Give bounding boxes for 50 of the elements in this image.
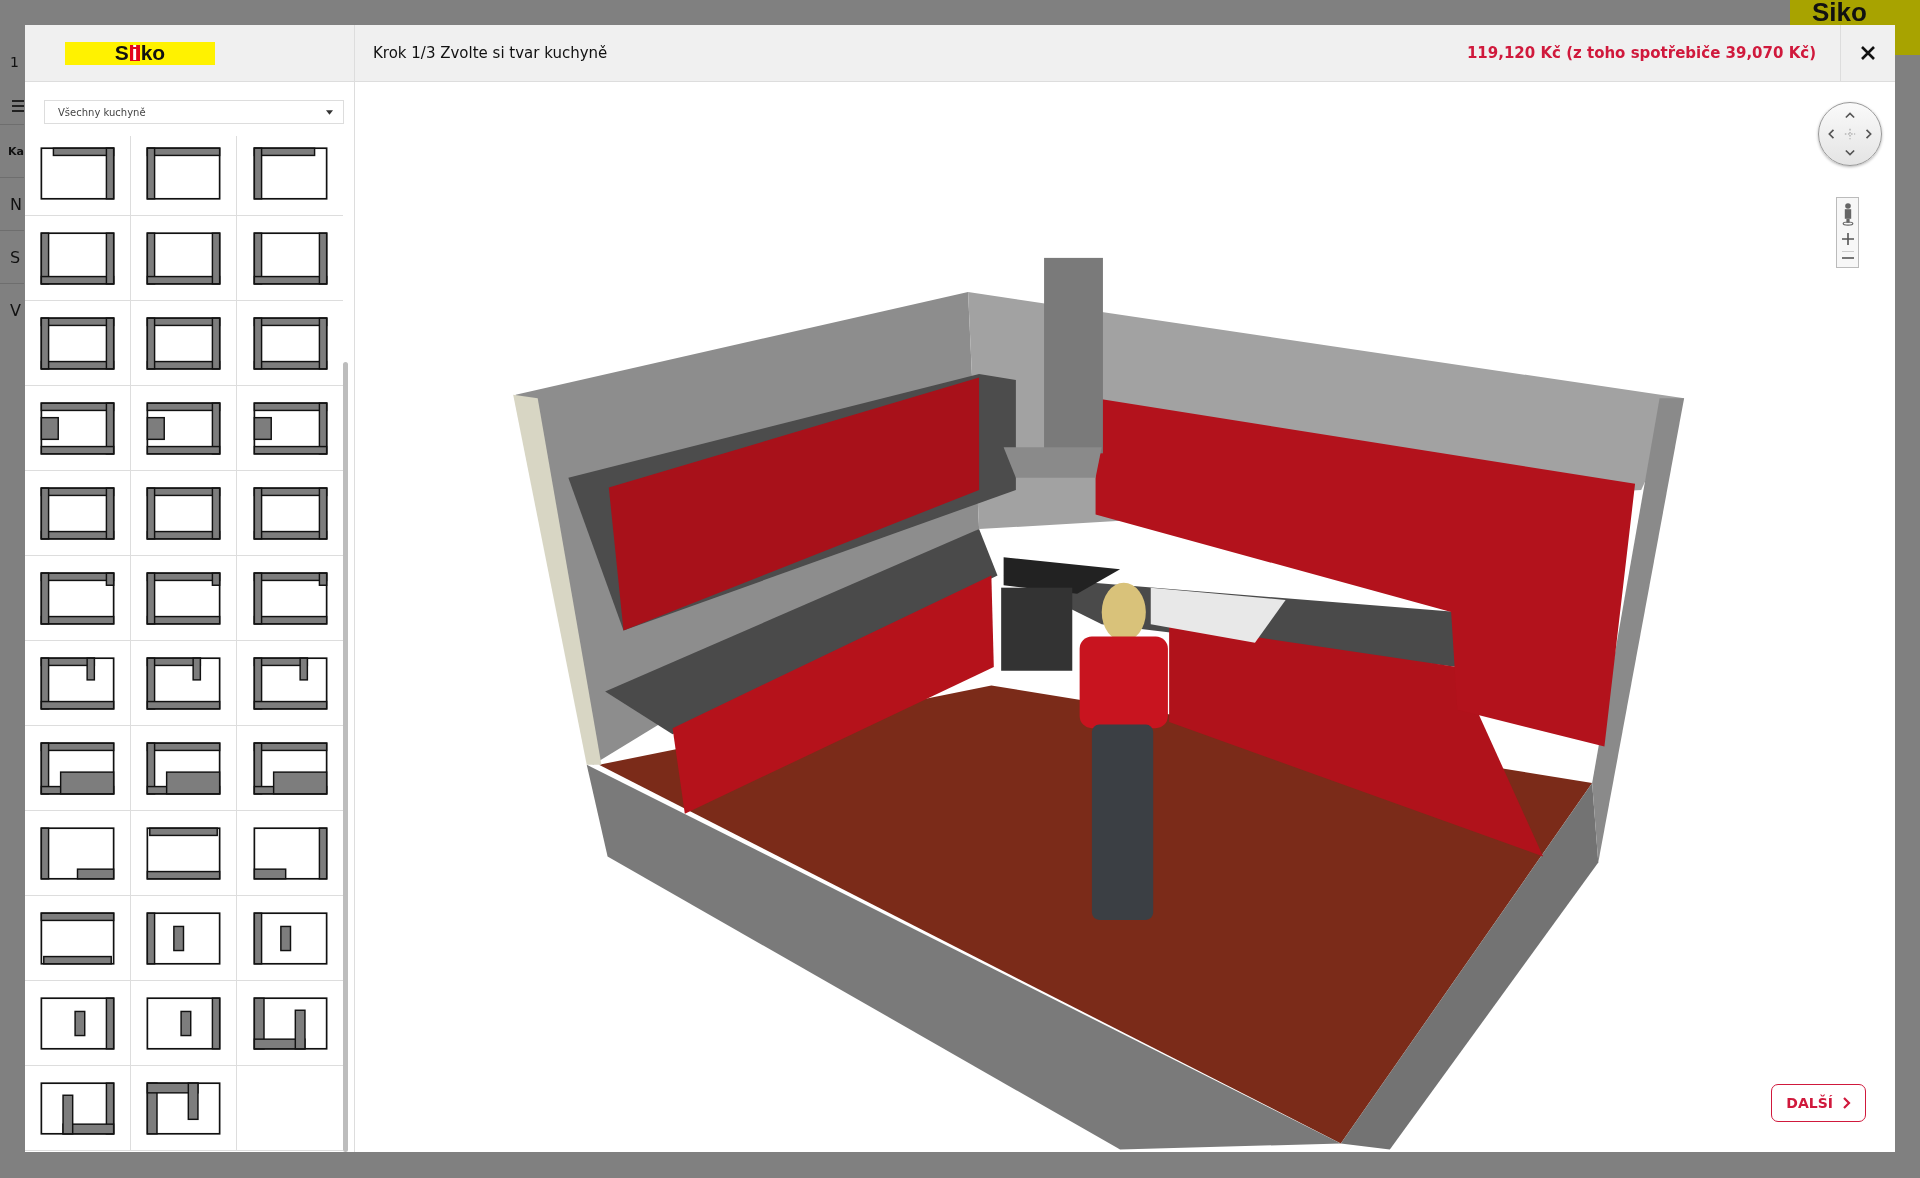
kitchen-layout-icon[interactable] bbox=[252, 486, 328, 540]
kitchen-layout-icon[interactable] bbox=[40, 486, 115, 540]
next-button[interactable]: DALŠÍ bbox=[1771, 1084, 1866, 1122]
kitchen-layout-icon[interactable] bbox=[40, 656, 115, 710]
kitchen-layout-icon[interactable] bbox=[252, 231, 328, 285]
step-title: Krok 1/3 Zvolte si tvar kuchyně bbox=[373, 44, 609, 62]
kitchen-layout-icon[interactable] bbox=[252, 146, 328, 200]
caret-icon bbox=[326, 109, 333, 115]
kitchen-layout-icon[interactable] bbox=[40, 571, 115, 625]
kitchen-layout-icon[interactable] bbox=[40, 741, 115, 795]
kitchen-layout-icon[interactable] bbox=[146, 826, 221, 880]
kitchen-layout-icon[interactable] bbox=[40, 231, 115, 285]
background-menu-item[interactable]: N bbox=[10, 194, 22, 214]
zoom-in-icon[interactable] bbox=[1841, 233, 1854, 245]
menu-icon[interactable] bbox=[12, 100, 24, 112]
close-icon bbox=[1860, 45, 1876, 61]
kitchen-layout-icon[interactable] bbox=[146, 996, 221, 1050]
kitchen-layout-icon[interactable] bbox=[40, 316, 115, 370]
kitchen-layout-icon[interactable] bbox=[40, 996, 115, 1050]
kitchen-layout-icon[interactable] bbox=[146, 486, 221, 540]
kitchen-layout-icon[interactable] bbox=[146, 231, 221, 285]
kitchen-layout-icon[interactable] bbox=[252, 996, 328, 1050]
kitchen-layout-icon[interactable] bbox=[146, 401, 221, 455]
kitchen-layout-icon[interactable] bbox=[252, 741, 328, 795]
pan-control[interactable] bbox=[1818, 102, 1882, 166]
kitchen-layout-icon[interactable] bbox=[40, 401, 115, 455]
background-number: 1 bbox=[9, 53, 20, 72]
scrollbar-thumb[interactable] bbox=[343, 362, 348, 1152]
kitchen-layout-icon[interactable] bbox=[146, 656, 221, 710]
kitchen-layout-icon[interactable] bbox=[252, 571, 328, 625]
kitchen-filter-dropdown[interactable]: Všechny kuchyně bbox=[44, 100, 344, 124]
background-menu-item[interactable]: Ka bbox=[8, 144, 24, 158]
kitchen-layout-icon[interactable] bbox=[40, 146, 115, 200]
kitchen-layout-icon[interactable] bbox=[252, 826, 328, 880]
chevron-icon bbox=[1843, 1097, 1851, 1109]
kitchen-layout-icon[interactable] bbox=[252, 316, 328, 370]
kitchen-layout-icon[interactable] bbox=[40, 911, 115, 965]
kitchen-layout-icon[interactable] bbox=[252, 401, 328, 455]
kitchen-layout-icon[interactable] bbox=[146, 146, 221, 200]
kitchen-layout-icon[interactable] bbox=[40, 1081, 115, 1135]
kitchen-layout-icon[interactable] bbox=[146, 1081, 221, 1135]
kitchen-layout-icon[interactable] bbox=[252, 656, 328, 710]
kitchen-layout-icon[interactable] bbox=[252, 911, 328, 965]
kitchen-layout-icon[interactable] bbox=[40, 826, 115, 880]
kitchen-layout-icon[interactable] bbox=[146, 911, 221, 965]
background-menu-item[interactable]: V bbox=[10, 300, 21, 320]
kitchen-layout-icon[interactable] bbox=[146, 571, 221, 625]
background-menu-item[interactable]: S bbox=[10, 247, 21, 267]
kitchen-layout-icon[interactable] bbox=[146, 316, 221, 370]
kitchen-layout-icon[interactable] bbox=[146, 741, 221, 795]
